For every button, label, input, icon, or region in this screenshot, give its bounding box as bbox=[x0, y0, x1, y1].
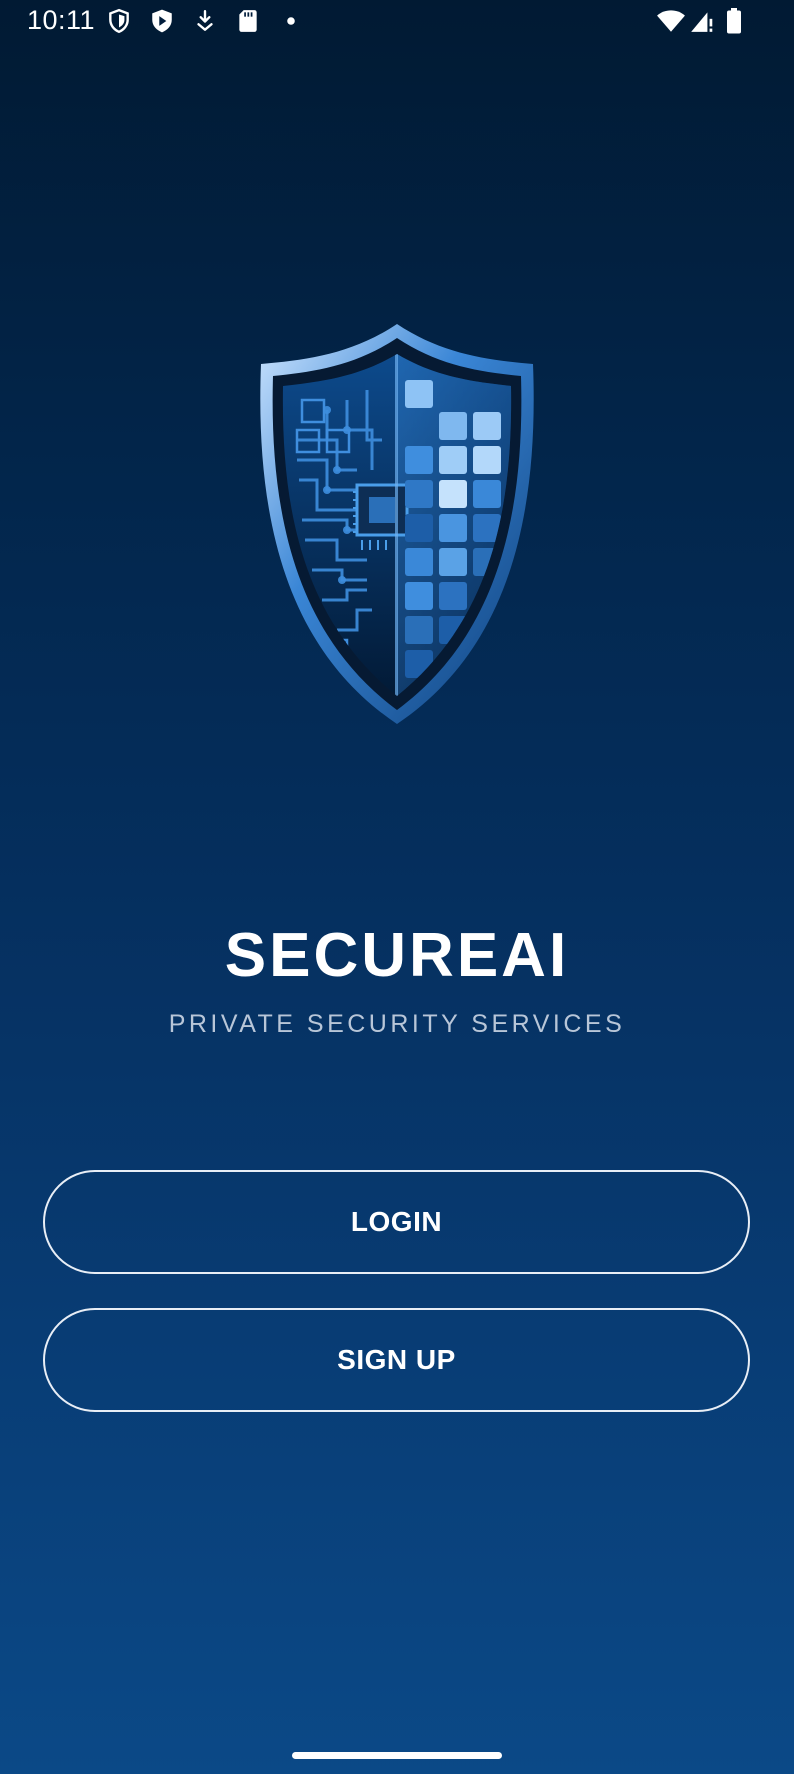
shield-circuit-logo bbox=[227, 320, 567, 730]
wifi-icon bbox=[657, 10, 685, 32]
app-subtitle: PRIVATE SECURITY SERVICES bbox=[168, 1010, 626, 1038]
shield-circuit-icon bbox=[260, 324, 534, 724]
app-title: SECUREAI bbox=[224, 921, 570, 990]
sd-card-icon bbox=[239, 10, 257, 32]
battery-icon bbox=[727, 8, 741, 34]
login-button[interactable]: LOGIN bbox=[43, 1170, 750, 1274]
download-icon bbox=[197, 10, 213, 31]
signup-button[interactable]: SIGN UP bbox=[43, 1308, 750, 1412]
status-time: 10:11 bbox=[27, 5, 96, 35]
cell-signal-icon bbox=[691, 12, 713, 32]
login-button-label: LOGIN bbox=[350, 1206, 443, 1237]
signup-button-label: SIGN UP bbox=[337, 1344, 456, 1375]
shield-icon bbox=[109, 8, 129, 34]
home-indicator[interactable] bbox=[292, 1752, 502, 1759]
status-bar: 10:11 bbox=[0, 0, 794, 44]
dot-icon bbox=[287, 17, 295, 25]
play-protect-icon bbox=[152, 9, 172, 33]
